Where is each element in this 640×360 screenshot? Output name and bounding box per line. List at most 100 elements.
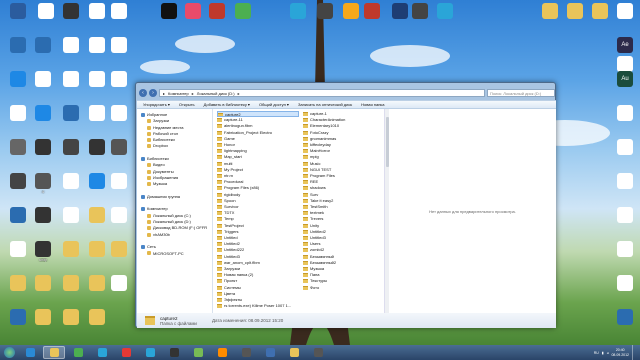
desktop-icon[interactable]: 4 — [28, 172, 58, 200]
desktop-icon[interactable]: Au — [610, 70, 640, 98]
desktop-icon[interactable] — [104, 172, 134, 200]
file-list-item[interactable]: TDTX — [217, 210, 299, 216]
desktop-icon[interactable] — [104, 206, 134, 234]
taskbar-app-button[interactable] — [211, 346, 233, 359]
file-list-item[interactable]: rs torrents.exe) Killme Poser 1007 1... — [217, 303, 299, 309]
forward-button[interactable]: › — [149, 89, 157, 97]
taskbar-app-button[interactable] — [43, 346, 65, 359]
taskbar-app-button[interactable] — [67, 346, 89, 359]
new-folder-button[interactable]: Новая папка — [361, 102, 384, 107]
taskbar-app-button[interactable] — [115, 346, 137, 359]
file-list-item[interactable]: Музыка — [303, 266, 385, 272]
file-list-item[interactable]: REE — [303, 179, 385, 185]
file-list-item[interactable]: zomb42 — [303, 247, 385, 253]
file-list-item[interactable]: Текстуры — [303, 278, 385, 284]
file-list-item[interactable]: alertinogun.flbm — [217, 123, 299, 129]
search-input[interactable]: Поиск: Локальный диск (D:) — [487, 89, 555, 97]
desktop-icon[interactable] — [28, 104, 58, 132]
file-list-item[interactable]: Fabrication_Project Electro — [217, 130, 299, 136]
file-list-item[interactable]: Untitled2 — [303, 229, 385, 235]
file-list-item[interactable]: Untitled — [217, 235, 299, 241]
file-list-item[interactable]: Music — [303, 161, 385, 167]
add-to-library-button[interactable]: Добавить в библиотеку ▾ — [204, 102, 250, 107]
file-list-item[interactable]: FotoCrazy — [303, 130, 385, 136]
desktop-icon[interactable] — [104, 70, 134, 98]
file-list-item[interactable]: shadows — [303, 185, 385, 191]
file-list-item[interactable]: Survivor — [217, 204, 299, 210]
network-icon[interactable]: ▮ — [602, 351, 604, 355]
taskbar-app-button[interactable] — [91, 346, 113, 359]
desktop-icon[interactable] — [610, 206, 640, 234]
file-list-item[interactable]: capture-1 — [303, 111, 385, 117]
desktop-icon[interactable] — [104, 36, 134, 64]
clock[interactable]: 20:40 08.09.2012 — [611, 348, 629, 357]
file-list-item[interactable]: capture-11 — [217, 117, 299, 123]
file-list-item[interactable]: Цвета — [217, 291, 299, 297]
file-list-item[interactable]: Procedural — [217, 179, 299, 185]
desktop-icon[interactable] — [104, 274, 134, 302]
file-list-item[interactable]: Системы — [217, 285, 299, 291]
desktop-icon[interactable] — [28, 70, 58, 98]
breadcrumb-computer[interactable]: Компьютер — [168, 91, 189, 96]
open-button[interactable]: Открыть — [179, 102, 195, 107]
file-list-item[interactable]: Новая папка (2) — [217, 272, 299, 278]
taskbar-app-button[interactable] — [139, 346, 161, 359]
file-list-item[interactable]: Game — [217, 136, 299, 142]
desktop-icon[interactable] — [82, 308, 112, 336]
taskbar-app-button[interactable] — [187, 346, 209, 359]
breadcrumb-drive-d[interactable]: Локальный диск (D:) — [197, 91, 235, 96]
file-list-item[interactable]: multi — [217, 161, 299, 167]
desktop-icon[interactable] — [28, 274, 58, 302]
desktop-icon[interactable] — [357, 2, 387, 30]
taskbar-app-button[interactable] — [19, 346, 41, 359]
desktop-icon[interactable] — [430, 2, 460, 30]
file-list-item[interactable]: lightmapping — [217, 148, 299, 154]
file-list-item[interactable]: Загрузки — [217, 266, 299, 272]
file-list-item[interactable]: Spoon — [217, 198, 299, 204]
file-list-item[interactable]: kiffecleyday — [303, 142, 385, 148]
nav-item[interactable]: MICROSOFT-PC — [137, 251, 212, 257]
file-list-item[interactable]: Elementary1010 — [303, 123, 385, 129]
file-list-item[interactable]: Unity — [303, 223, 385, 229]
taskbar-app-button[interactable] — [259, 346, 281, 359]
desktop-icon[interactable] — [28, 308, 58, 336]
desktop-icon[interactable] — [104, 138, 134, 166]
desktop-icon[interactable] — [610, 138, 640, 166]
back-button[interactable]: ‹ — [139, 89, 147, 97]
file-list-item[interactable]: Surv — [303, 192, 385, 198]
file-list-item[interactable]: gnomanimmas — [303, 136, 385, 142]
desktop-icon[interactable] — [3, 2, 33, 30]
start-button[interactable] — [1, 346, 17, 359]
file-list-item[interactable]: TestProject — [217, 223, 299, 229]
file-list-item[interactable]: mpig — [303, 154, 385, 160]
file-list-item[interactable]: Эффекты — [217, 297, 299, 303]
file-list-item[interactable]: Безымянный — [303, 254, 385, 260]
desktop-icon[interactable] — [104, 2, 134, 30]
desktop-icon[interactable] — [610, 308, 640, 336]
desktop-icon[interactable] — [610, 274, 640, 302]
organize-button[interactable]: Упорядочить ▾ — [143, 102, 170, 107]
file-list-item[interactable]: My Project — [217, 167, 299, 173]
taskbar-app-button[interactable] — [283, 346, 305, 359]
file-list-item[interactable]: NGUI TEST — [303, 167, 385, 173]
language-indicator[interactable]: RU — [594, 351, 599, 355]
file-list-item[interactable]: capture2 — [217, 111, 299, 117]
file-list-item[interactable]: Trevers — [303, 216, 385, 222]
file-list-item[interactable]: Program Files (x86) — [217, 185, 299, 191]
file-list-item[interactable]: Untitled2 — [217, 241, 299, 247]
desktop-icon[interactable] — [28, 138, 58, 166]
desktop-icon[interactable]: unity — [28, 240, 58, 268]
nav-item[interactable]: Дисковод BD-ROM (F:) OFFR — [137, 225, 212, 231]
file-list-item[interactable]: textmek — [303, 210, 385, 216]
volume-icon[interactable]: ◂ — [607, 351, 609, 355]
file-list-item[interactable]: Папа — [303, 272, 385, 278]
show-desktop-button[interactable] — [632, 345, 637, 360]
desktop-icon[interactable] — [610, 172, 640, 200]
taskbar-app-button[interactable] — [235, 346, 257, 359]
file-list-item[interactable]: Фото — [303, 285, 385, 291]
file-list-item[interactable]: rigidbody — [217, 192, 299, 198]
file-list-item[interactable]: Untitled3 — [303, 235, 385, 241]
desktop-icon[interactable] — [28, 206, 58, 234]
desktop-icon[interactable] — [104, 240, 134, 268]
file-list-item[interactable]: war_anom_cplt.flbm — [217, 260, 299, 266]
